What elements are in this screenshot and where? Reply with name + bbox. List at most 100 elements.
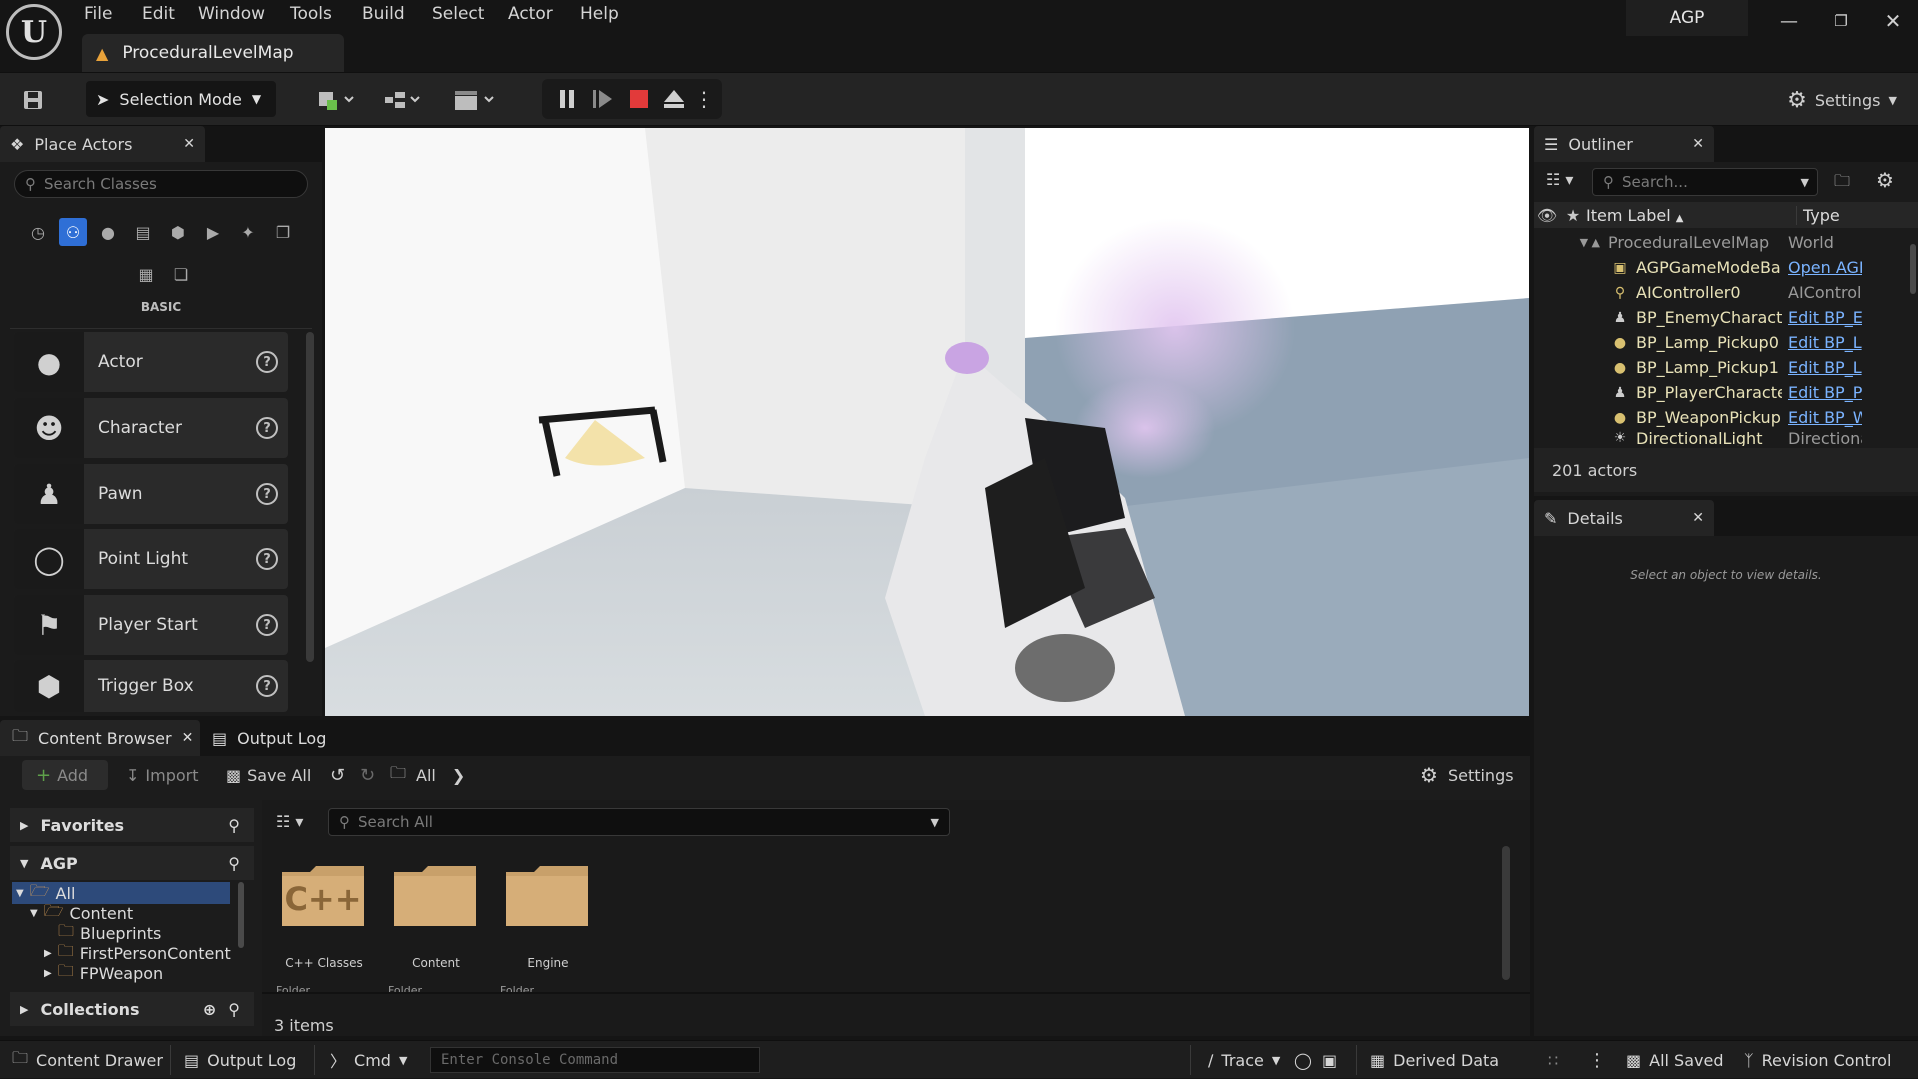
menu-tools[interactable]: Tools (290, 4, 332, 26)
outliner-row[interactable]: ● BP_WeaponPickup Edit BP_W (1534, 405, 1918, 430)
star-icon[interactable]: ★ (1560, 206, 1586, 225)
scrollbar[interactable] (306, 332, 314, 662)
settings-button[interactable]: ⚙ Settings ▼ (1782, 81, 1902, 119)
col-type[interactable]: Type (1796, 205, 1840, 225)
gear-icon[interactable]: ⚙ (1876, 168, 1894, 192)
tree-item-fpweapon[interactable]: ▶ 🗀 FPWeapon (44, 961, 163, 983)
actor-item-character[interactable]: ☻ Character ? (14, 398, 288, 458)
help-icon[interactable]: ? (256, 351, 278, 373)
lights-category-icon[interactable]: ● (94, 218, 122, 246)
folder-tile-cpp[interactable]: C++ C++ Classes Folder (276, 860, 372, 997)
actor-item-pawn[interactable]: ♟ Pawn ? (14, 464, 288, 524)
selection-mode-dropdown[interactable]: ➤ Selection Mode ▼ (86, 81, 276, 117)
geometry-category-icon[interactable]: ▶ (199, 218, 227, 246)
pause-icon[interactable] (552, 80, 582, 118)
output-log-button[interactable]: ▤ Output Log (184, 1041, 296, 1079)
content-drawer-button[interactable]: 🗀 Content Drawer (12, 1041, 163, 1079)
content-browser-tab[interactable]: 🗀 Content Browser ✕ (0, 720, 200, 756)
menu-file[interactable]: File (84, 4, 112, 26)
outliner-row[interactable]: ☀ DirectionalLight Directiona (1534, 430, 1918, 446)
all-classes-category-icon[interactable]: ❐ (269, 218, 297, 246)
basic-category-icon[interactable]: ⚇ (59, 218, 87, 246)
cmd-dropdown[interactable]: 〉 Cmd ▼ (330, 1041, 407, 1079)
save-icon[interactable] (18, 81, 48, 119)
details-tab[interactable]: ✎ Details ✕ (1534, 500, 1714, 536)
outliner-search-input[interactable]: ⚲ Search... ▼ (1592, 168, 1818, 196)
close-tab-icon[interactable]: ✕ (1692, 510, 1704, 526)
add-folder-icon[interactable]: 🗀 (1834, 170, 1850, 197)
cb-settings-button[interactable]: ⚙ Settings (1420, 760, 1514, 790)
row-type-link[interactable]: Edit BP_L (1782, 358, 1862, 377)
shapes-category-icon[interactable]: ▦ (132, 260, 160, 288)
back-icon[interactable]: ↺ (330, 760, 345, 790)
help-icon[interactable]: ? (256, 548, 278, 570)
screenshot-icon[interactable]: ▣ (1322, 1041, 1337, 1079)
add-button[interactable]: + Add (22, 760, 108, 790)
scrollbar[interactable] (238, 882, 244, 948)
close-window-icon[interactable]: ✕ (1880, 8, 1906, 34)
row-type-link[interactable]: Edit BP_E (1782, 308, 1862, 327)
all-saved-button[interactable]: ▩ All Saved (1626, 1041, 1723, 1079)
outliner-row[interactable]: ♟ BP_PlayerCharacte Edit BP_P (1534, 380, 1918, 405)
path-breadcrumb[interactable]: 🗀 All ❯ (390, 760, 465, 790)
volumes-category-icon[interactable]: ✦ (234, 218, 262, 246)
menu-help[interactable]: Help (580, 4, 619, 26)
close-tab-icon[interactable]: ✕ (182, 730, 194, 746)
console-command-input[interactable]: Enter Console Command (430, 1047, 760, 1073)
revision-control-button[interactable]: ᛉ Revision Control (1744, 1041, 1891, 1079)
outliner-row[interactable]: ● BP_Lamp_Pickup0 Edit BP_L (1534, 330, 1918, 355)
add-actor-button[interactable] (314, 81, 360, 119)
eject-icon[interactable] (658, 80, 690, 118)
scrollbar[interactable] (1502, 846, 1510, 980)
help-icon[interactable]: ? (256, 483, 278, 505)
search-icon[interactable]: ⚲ (228, 816, 240, 835)
add-collection-icon[interactable]: ⊕ (203, 1000, 216, 1019)
search-classes-input[interactable]: ⚲ Search Classes (14, 170, 308, 198)
search-icon[interactable]: ⚲ (228, 854, 240, 873)
cinematic-category-icon[interactable]: ▤ (129, 218, 157, 246)
actor-item-trigger-box[interactable]: ⬢ Trigger Box ? (14, 660, 288, 712)
row-type-link[interactable]: Open AGF (1782, 258, 1862, 277)
actor-item-actor[interactable]: ● Actor ? (14, 332, 288, 392)
menu-actor[interactable]: Actor (508, 4, 553, 26)
help-icon[interactable]: ? (256, 614, 278, 636)
tree-item-content[interactable]: ▼ 🗁 Content (30, 901, 133, 923)
row-type-link[interactable]: Edit BP_L (1782, 333, 1862, 352)
folder-tile-content[interactable]: Content Folder (388, 860, 484, 997)
outliner-row[interactable]: ● BP_Lamp_Pickup1 Edit BP_L (1534, 355, 1918, 380)
recent-icon[interactable]: ◷ (24, 218, 52, 246)
save-all-button[interactable]: ▩ Save All (226, 760, 311, 790)
col-item-label[interactable]: Item Label ▲ (1586, 206, 1796, 225)
outliner-row[interactable]: ▣ AGPGameModeBa Open AGF (1534, 255, 1918, 280)
row-type-link[interactable]: Edit BP_P (1782, 383, 1862, 402)
output-log-tab[interactable]: ▤ Output Log (212, 720, 326, 756)
row-type-link[interactable]: Edit BP_W (1782, 408, 1862, 427)
close-tab-icon[interactable]: ✕ (183, 136, 195, 152)
actor-item-player-start[interactable]: ⚑ Player Start ? (14, 595, 288, 655)
more-options-icon[interactable]: ⋮ (1588, 1041, 1606, 1079)
minimize-icon[interactable]: — (1776, 8, 1802, 34)
cinematics-button[interactable] (450, 81, 500, 119)
outliner-tab[interactable]: ☰ Outliner ✕ (1534, 126, 1714, 162)
restore-icon[interactable]: ❐ (1828, 8, 1854, 34)
folder-tile-engine[interactable]: Engine Folder (500, 860, 596, 997)
stop-icon[interactable] (624, 80, 654, 118)
filter-icon[interactable]: ☷ ▾ (276, 812, 303, 831)
menu-edit[interactable]: Edit (142, 4, 175, 26)
placed-category-icon[interactable]: ❏ (167, 260, 195, 288)
outliner-row[interactable]: ▼ ▲ ProceduralLevelMap World (1534, 230, 1918, 255)
favorites-section[interactable]: ▶ Favorites ⚲ (10, 808, 254, 842)
asset-search-input[interactable]: ⚲ Search All ▼ (328, 808, 950, 836)
visual-effects-category-icon[interactable]: ⬢ (164, 218, 192, 246)
blueprint-button[interactable] (380, 81, 426, 119)
scrollbar[interactable] (1910, 244, 1916, 294)
help-icon[interactable]: ? (256, 675, 278, 697)
search-icon[interactable]: ⚲ (228, 1000, 240, 1019)
record-icon[interactable]: ◯ (1294, 1041, 1312, 1079)
step-frame-icon[interactable] (588, 80, 618, 118)
place-actors-tab[interactable]: ❖ Place Actors ✕ (0, 126, 205, 162)
help-icon[interactable]: ? (256, 417, 278, 439)
unreal-logo-icon[interactable]: U (6, 4, 62, 60)
menu-window[interactable]: Window (198, 4, 265, 26)
filter-icon[interactable]: ☷ ▾ (1546, 170, 1573, 189)
